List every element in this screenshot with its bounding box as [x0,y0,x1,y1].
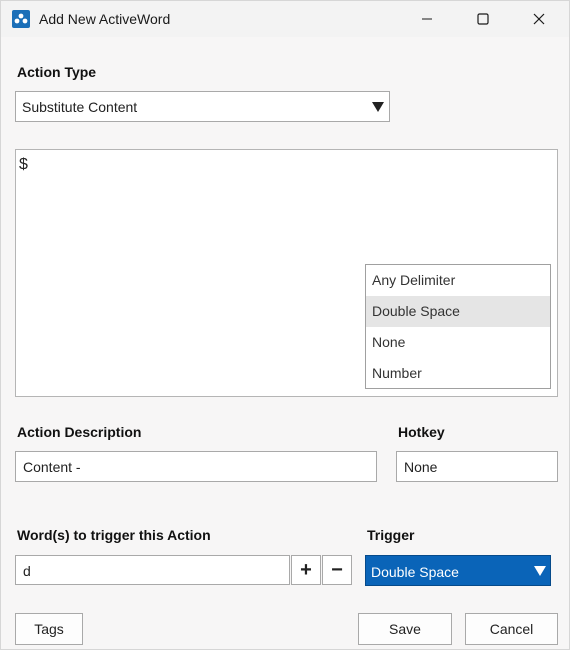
window-title: Add New ActiveWord [39,11,171,27]
editor-content: $ [19,156,28,173]
delimiter-option-none[interactable]: None [366,327,550,358]
delimiter-option-number[interactable]: Number [366,358,550,389]
trigger-words-label: Word(s) to trigger this Action [17,527,211,543]
minimize-icon [422,18,432,20]
action-type-label: Action Type [17,64,97,80]
close-icon [533,13,545,25]
minus-icon: − [331,558,343,581]
trigger-words-input[interactable]: d [15,555,290,585]
title-bar: Add New ActiveWord [1,1,569,37]
save-button[interactable]: Save [358,613,452,645]
remove-word-button[interactable]: − [322,555,352,585]
hotkey-label: Hotkey [398,424,445,440]
tags-button[interactable]: Tags [15,613,83,645]
action-type-select[interactable]: Substitute Content [15,91,390,122]
description-input[interactable]: Content - [15,451,377,482]
dialog-window: Add New ActiveWord Action Type Substitut… [0,0,570,650]
plus-icon: + [300,558,312,581]
delimiter-option-any[interactable]: Any Delimiter [366,265,550,296]
app-logo-icon [12,10,30,28]
chevron-down-icon [534,566,546,576]
hotkey-input[interactable]: None [396,451,558,482]
add-word-button[interactable]: + [291,555,321,585]
trigger-words-value: d [23,563,31,579]
minimize-button[interactable] [399,1,455,37]
maximize-button[interactable] [455,1,511,37]
description-value: Content - [23,459,81,475]
maximize-icon [477,13,489,25]
description-label: Action Description [17,424,142,440]
action-type-value: Substitute Content [22,99,138,115]
delimiter-list[interactable]: Any Delimiter Double Space None Number [365,264,551,389]
trigger-value: Double Space [371,564,459,580]
trigger-label: Trigger [367,527,415,543]
chevron-down-icon [372,102,384,112]
trigger-select[interactable]: Double Space [365,555,551,586]
cancel-button[interactable]: Cancel [465,613,558,645]
delimiter-option-double-space[interactable]: Double Space [366,296,550,327]
hotkey-value: None [404,459,438,475]
close-button[interactable] [511,1,567,37]
